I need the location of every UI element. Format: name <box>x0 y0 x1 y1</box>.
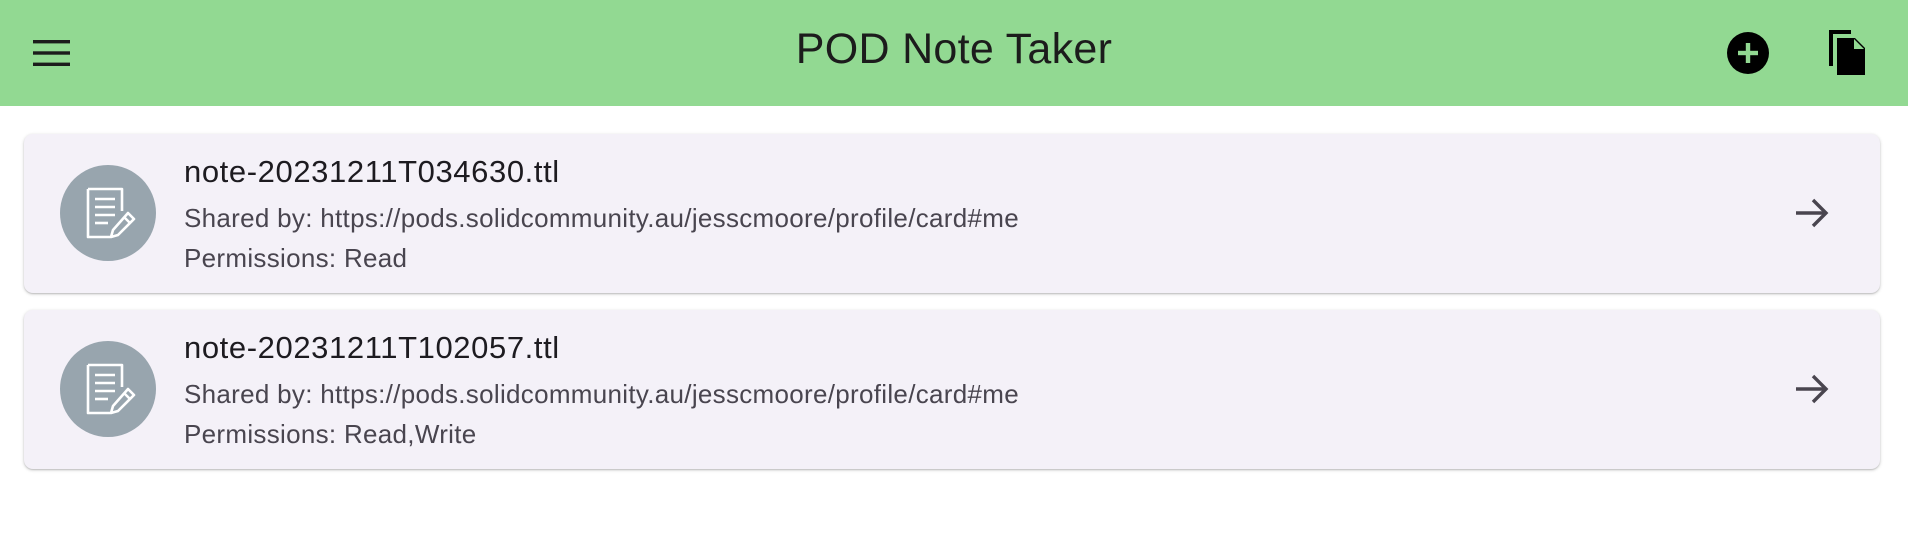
note-title: note-20231211T034630.ttl <box>184 154 560 189</box>
arrow-forward-icon[interactable] <box>1790 191 1834 235</box>
note-edit-icon <box>86 187 136 239</box>
avatar <box>60 165 156 261</box>
add-circle-icon <box>1727 32 1769 74</box>
app-bar: POD Note Taker <box>0 0 1908 106</box>
avatar <box>60 341 156 437</box>
shared-notes-list: note-20231211T034630.ttl Shared by: http… <box>24 134 1880 486</box>
arrow-forward-icon[interactable] <box>1790 367 1834 411</box>
permissions-text: Permissions: Read <box>184 243 408 273</box>
shared-by-text: Shared by: https://pods.solidcommunity.a… <box>184 379 1019 409</box>
list-item[interactable]: note-20231211T102057.ttl Shared by: http… <box>24 310 1880 469</box>
permissions-text: Permissions: Read,Write <box>184 419 477 449</box>
copy-file-icon <box>1829 30 1865 75</box>
list-item[interactable]: note-20231211T034630.ttl Shared by: http… <box>24 134 1880 293</box>
note-edit-icon <box>86 363 136 415</box>
copy-file-button[interactable] <box>1813 19 1881 87</box>
note-title: note-20231211T102057.ttl <box>184 330 560 365</box>
add-note-button[interactable] <box>1714 19 1782 87</box>
app-title: POD Note Taker <box>795 25 1113 73</box>
shared-by-text: Shared by: https://pods.solidcommunity.a… <box>184 203 1019 233</box>
